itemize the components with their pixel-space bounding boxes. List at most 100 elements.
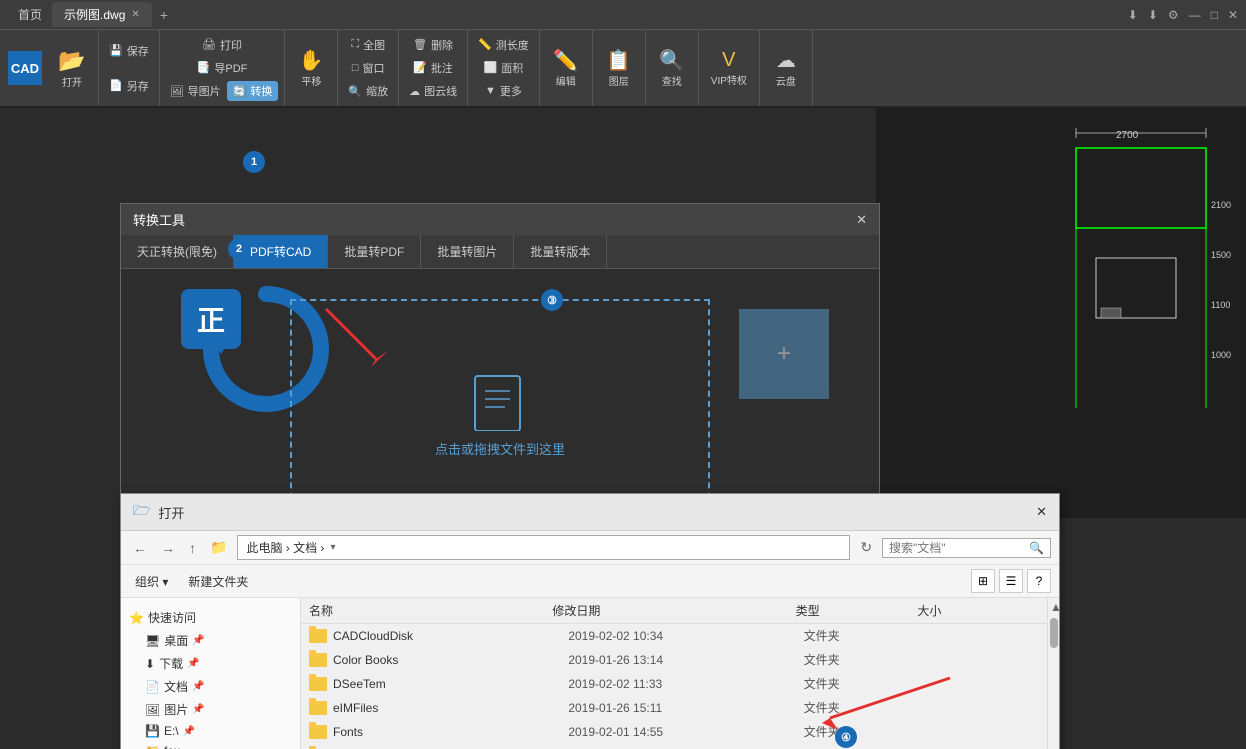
- delete-button[interactable]: 🗑 删除: [409, 35, 457, 55]
- tab-add-button[interactable]: +: [152, 3, 176, 27]
- file-date: 2019-01-26 15:11: [568, 701, 803, 715]
- desktop-icon: 🖥: [145, 634, 160, 648]
- col-type-header[interactable]: 类型: [796, 602, 918, 619]
- vip-button[interactable]: V VIP特权: [705, 47, 753, 89]
- col-name-header[interactable]: 名称: [309, 602, 552, 619]
- print-icon: 🖨: [202, 38, 216, 51]
- tab-close-icon[interactable]: ✕: [131, 9, 139, 20]
- cloudline-icon: ☁: [409, 85, 420, 98]
- nav-folder-button[interactable]: 📁: [206, 537, 231, 558]
- search-icon[interactable]: 🔍: [1029, 541, 1044, 555]
- home-tab[interactable]: 首页: [8, 2, 52, 27]
- scrollbar[interactable]: ▲ ▼: [1047, 598, 1059, 749]
- settings-icon[interactable]: ⚙: [1168, 8, 1179, 22]
- nav-documents[interactable]: 📄 文档 📌: [121, 675, 300, 698]
- print-button[interactable]: 🖨 打印: [198, 35, 246, 55]
- zoom-icon: 🔍: [348, 85, 362, 98]
- cloudline-button[interactable]: ☁ 图云线: [405, 81, 461, 101]
- nav-up-button[interactable]: ↑: [185, 538, 200, 558]
- save-icon: 💾: [109, 44, 123, 57]
- pdf-button[interactable]: 📑 导PDF: [193, 58, 252, 78]
- refresh-button[interactable]: ↻: [856, 537, 876, 558]
- file-tab[interactable]: 示例图.dwg ✕: [52, 2, 152, 27]
- file-toolbar: 组织 ▾ 新建文件夹 ⊞ ☰ ?: [121, 565, 1059, 598]
- nav-fox[interactable]: 📁 fox: [121, 741, 300, 749]
- window-close-icon[interactable]: ✕: [1228, 8, 1238, 22]
- area-button[interactable]: ⬜ 面积: [480, 58, 528, 78]
- download-icon2[interactable]: ⬇: [1148, 8, 1158, 22]
- file-date: 2019-02-02 10:34: [568, 629, 803, 643]
- dialog-title: 转换工具: [133, 210, 185, 229]
- nav-forward-button[interactable]: →: [157, 538, 179, 558]
- pan-button[interactable]: ✋ 平移: [291, 46, 331, 90]
- more-button[interactable]: ▼ 更多: [481, 81, 526, 101]
- minimize-icon[interactable]: —: [1189, 8, 1201, 22]
- ribbon: CAD 📂 打开 💾 保存 📄 另存: [0, 30, 1246, 108]
- tab-batch-ver[interactable]: 批量转版本: [514, 235, 607, 268]
- preview-area: +: [739, 309, 829, 399]
- top-bar: 首页 示例图.dwg ✕ + ⬇ ⬇ ⚙ — □ ✕: [0, 0, 1246, 30]
- window-button[interactable]: □ 窗口: [348, 58, 389, 78]
- nav-back-button[interactable]: ←: [129, 538, 151, 558]
- red-arrow-dialog: [316, 299, 396, 382]
- list-item[interactable]: LiteTools 2019-01-21 9:33 文件夹: [301, 744, 1047, 749]
- edit-button[interactable]: ✏️ 编辑: [546, 46, 586, 90]
- breadcrumb-dropdown[interactable]: ▾: [330, 542, 335, 553]
- pin-icon2: 📌: [187, 658, 199, 669]
- breadcrumb[interactable]: 此电脑 › 文档 › ▾: [237, 535, 850, 560]
- scroll-up-button[interactable]: ▲: [1048, 598, 1059, 616]
- cad-logo: CAD: [8, 51, 42, 85]
- tab-label: 示例图.dwg: [64, 6, 125, 23]
- tab-batch-img[interactable]: 批量转图片: [421, 235, 514, 268]
- file-drop-icon: [470, 361, 530, 431]
- dialog-close-button[interactable]: ✕: [856, 212, 867, 228]
- download-icon1[interactable]: ⬇: [1128, 8, 1138, 22]
- file-list-header: 名称 修改日期 类型 大小: [301, 598, 1047, 624]
- search-input[interactable]: [889, 541, 1029, 555]
- organize-button[interactable]: 组织 ▾: [129, 571, 174, 592]
- nav-desktop[interactable]: 🖥 桌面 📌: [121, 629, 300, 652]
- file-dialog-nav: ← → ↑ 📁 此电脑 › 文档 › ▾ ↻ 🔍: [121, 531, 1059, 565]
- saveas-button[interactable]: 📄 另存: [105, 76, 153, 96]
- pin-icon5: 📌: [183, 726, 195, 737]
- full-button[interactable]: ⛶ 全图: [347, 35, 389, 55]
- convert-button[interactable]: 🔄 转换: [227, 81, 279, 101]
- list-item[interactable]: CADCloudDisk 2019-02-02 10:34 文件夹: [301, 624, 1047, 648]
- cloud-button[interactable]: ☁ 云盘: [766, 46, 806, 90]
- open-icon: 📂: [58, 48, 85, 74]
- layer-button[interactable]: 📋 图层: [599, 46, 639, 90]
- file-name: eIMFiles: [333, 701, 568, 715]
- file-dialog-close-button[interactable]: ✕: [1036, 504, 1047, 520]
- col-size-header[interactable]: 大小: [917, 602, 1039, 619]
- find-button[interactable]: 🔍 查找: [652, 46, 692, 90]
- full-icon: ⛶: [351, 38, 359, 51]
- view-help-button[interactable]: ?: [1027, 569, 1051, 593]
- tab-batch-pdf[interactable]: 批量转PDF: [328, 235, 421, 268]
- open-button[interactable]: 📂 打开: [52, 46, 92, 91]
- save-button[interactable]: 💾 保存: [105, 41, 153, 61]
- annotation-button[interactable]: 📝 批注: [409, 58, 457, 78]
- col-date-header[interactable]: 修改日期: [552, 602, 795, 619]
- zoom-button[interactable]: 🔍 缩放: [344, 81, 392, 101]
- folder-icon: [309, 701, 327, 715]
- measure-button[interactable]: 📏 测长度: [474, 35, 533, 55]
- drop-zone-text: 点击或拖拽文件到这里: [435, 439, 565, 458]
- folder-icon: [309, 653, 327, 667]
- view-grid-button[interactable]: ⊞: [971, 569, 995, 593]
- new-folder-button[interactable]: 新建文件夹: [182, 571, 254, 592]
- file-name: Color Books: [333, 653, 568, 667]
- nav-downloads[interactable]: ⬇ 下载 📌: [121, 652, 300, 675]
- svg-text:1000: 1000: [1211, 350, 1231, 360]
- scroll-thumb[interactable]: [1050, 618, 1058, 648]
- red-arrow-file: [800, 658, 960, 741]
- nav-pictures[interactable]: 🖼 图片 📌: [121, 698, 300, 721]
- folder-icon: [309, 677, 327, 691]
- view-list-button[interactable]: ☰: [999, 569, 1023, 593]
- img-button[interactable]: 🖼 导图片: [166, 81, 225, 101]
- annotation-icon: 📝: [413, 61, 427, 74]
- maximize-icon[interactable]: □: [1211, 8, 1218, 22]
- tab-tianzhen[interactable]: 天正转换(限免): [121, 235, 234, 268]
- fox-folder-icon: 📁: [145, 744, 160, 749]
- nav-drive-e[interactable]: 💾 E:\ 📌: [121, 721, 300, 741]
- quick-access-header[interactable]: ⭐ 快速访问: [121, 606, 300, 629]
